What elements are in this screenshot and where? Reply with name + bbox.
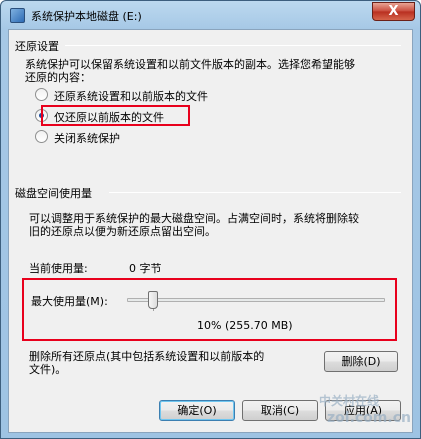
delete-button[interactable]: 删除(D) [324, 351, 398, 372]
radio-turn-off-protection[interactable] [35, 130, 48, 143]
close-button[interactable]: X [372, 2, 415, 21]
restore-description-line2: 还原的内容： [25, 71, 91, 84]
system-protection-icon [10, 8, 25, 23]
radio-restore-system-and-files-label[interactable]: 还原系统设置和以前版本的文件 [54, 88, 208, 104]
window-title: 系统保护本地磁盘 (E:) [31, 10, 142, 23]
max-usage-slider-track[interactable] [127, 298, 385, 302]
highlight-annotation [41, 105, 190, 126]
delete-description-line2: 文件)。 [29, 363, 67, 376]
max-usage-label: 最大使用量(M): [31, 295, 108, 308]
max-usage-display: 10% (255.70 MB) [197, 319, 293, 332]
restore-settings-separator [65, 45, 401, 46]
disk-usage-description-line2: 旧的还原点以便为新还原点留出空间。 [29, 225, 216, 238]
ok-button[interactable]: 确定(O) [159, 400, 235, 421]
title-bar[interactable]: 系统保护本地磁盘 (E:) X [1, 1, 420, 29]
dialog-client-area: 还原设置 系统保护可以保留系统设置和以前文件版本的副本。选择您希望能够 还原的内… [8, 29, 413, 433]
dialog-window: 系统保护本地磁盘 (E:) X 还原设置 系统保护可以保留系统设置和以前文件版本… [0, 0, 421, 439]
max-usage-slider-thumb[interactable] [147, 291, 158, 309]
current-usage-value: 0 字节 [129, 262, 162, 275]
disk-usage-separator [109, 192, 401, 193]
cancel-button[interactable]: 取消(C) [242, 400, 318, 421]
radio-turn-off-protection-label[interactable]: 关闭系统保护 [54, 130, 120, 146]
watermark-text: 中关村在线 [319, 394, 380, 408]
current-usage-label: 当前使用量: [29, 262, 88, 275]
restore-settings-title: 还原设置 [15, 40, 59, 53]
radio-restore-system-and-files[interactable] [35, 88, 48, 101]
disk-usage-title: 磁盘空间使用量 [15, 187, 92, 200]
watermark-domain: zol.com.cn [327, 410, 411, 426]
